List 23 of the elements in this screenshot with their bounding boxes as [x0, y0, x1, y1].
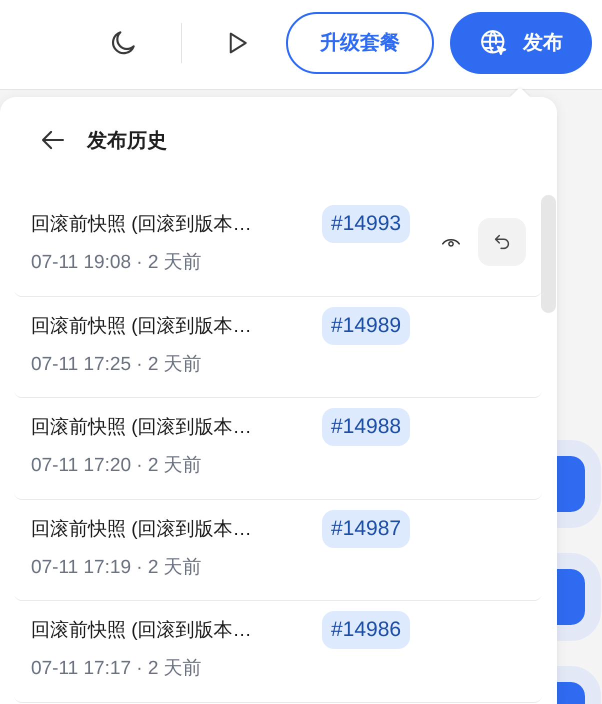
version-title: 回滚前快照 (回滚到版本… — [31, 518, 253, 542]
globe-icon — [479, 28, 509, 58]
undo-button[interactable] — [478, 218, 526, 266]
version-item[interactable]: 回滚前快照 (回滚到版本… #14989 07-11 17:25 · 2 天前 — [14, 296, 542, 398]
version-time: 07-11 17:20 · 2 天前 — [31, 454, 203, 478]
publish-button[interactable]: 发布 — [450, 12, 592, 74]
version-title: 回滚前快照 (回滚到版本… — [31, 416, 253, 440]
version-tag: #14986 — [322, 611, 410, 649]
version-title: 回滚前快照 (回滚到版本… — [31, 213, 253, 237]
version-time: 07-11 17:19 · 2 天前 — [31, 556, 203, 580]
version-time: 07-11 19:08 · 2 天前 — [31, 251, 203, 275]
version-title: 回滚前快照 (回滚到版本… — [31, 619, 253, 643]
version-time: 07-11 17:25 · 2 天前 — [31, 352, 203, 376]
version-tag: #14988 — [322, 408, 410, 446]
version-time: 07-11 17:17 · 2 天前 — [31, 657, 203, 681]
version-tag: #14993 — [322, 205, 410, 243]
panel-title: 发布历史 — [87, 128, 167, 154]
version-item[interactable]: 回滚前快照 (回滚到版本… #14987 07-11 17:19 · 2 天前 — [14, 500, 542, 601]
version-tag: #14989 — [322, 306, 410, 344]
version-tag: #14987 — [322, 510, 410, 548]
scrollbar-thumb[interactable] — [541, 195, 556, 313]
upgrade-button[interactable]: 升级套餐 — [286, 12, 434, 74]
version-title: 回滚前快照 (回滚到版本… — [31, 314, 253, 338]
